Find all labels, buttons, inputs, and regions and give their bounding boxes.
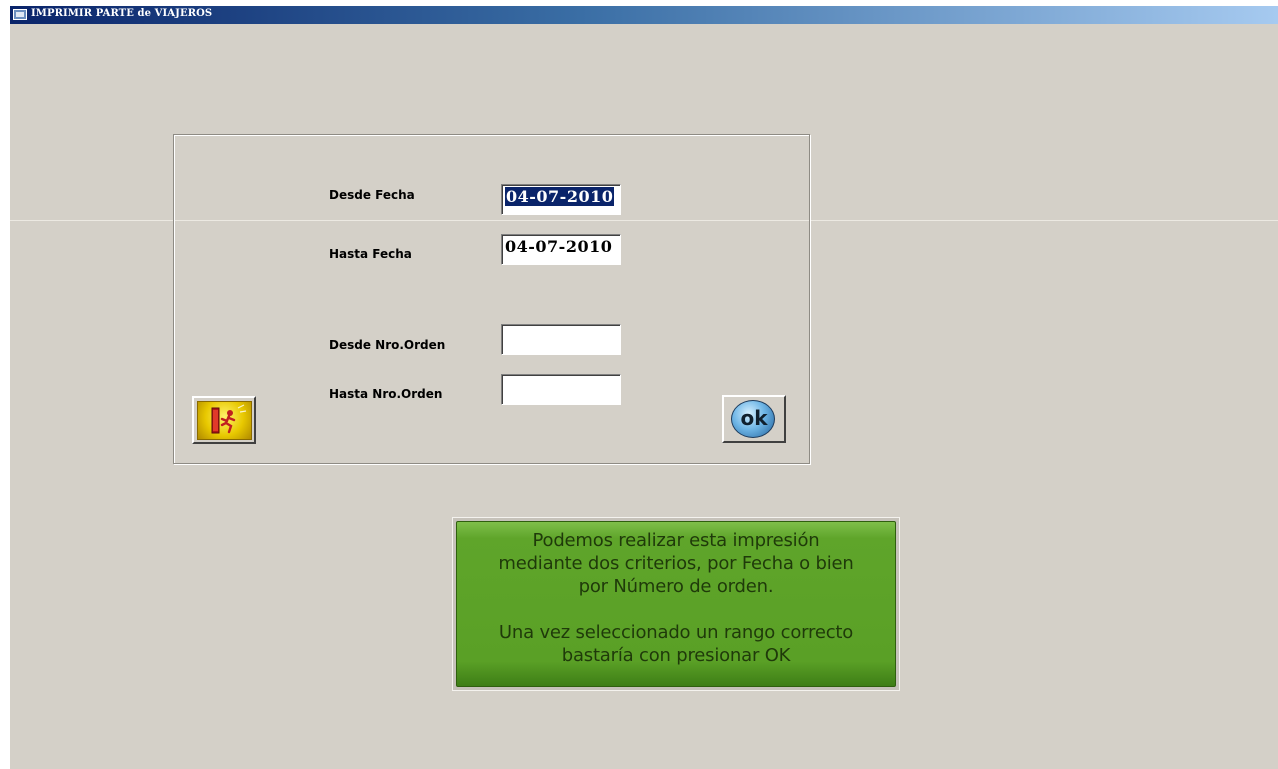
exit-button[interactable] [192, 396, 256, 444]
help-line: mediante dos criterios, por Fecha o bien [498, 553, 854, 574]
help-line: bastaría con presionar OK [561, 645, 791, 666]
ok-label: ok [740, 406, 768, 430]
help-line: por Número de orden. [578, 576, 774, 597]
title-bar[interactable]: IMPRIMIR PARTE de VIAJEROS [10, 6, 1278, 24]
help-line: Una vez seleccionado un rango correcto [498, 622, 854, 643]
window-title: IMPRIMIR PARTE de VIAJEROS [31, 8, 213, 19]
filter-panel: Desde Fecha 04-07-2010 Hasta Fecha 04-07… [173, 134, 810, 464]
hasta-fecha-input[interactable]: 04-07-2010 [501, 234, 621, 265]
hasta-fecha-label: Hasta Fecha [329, 247, 412, 261]
hasta-nro-orden-label: Hasta Nro.Orden [329, 387, 443, 401]
desde-fecha-input[interactable]: 04-07-2010 [501, 184, 621, 215]
window-app-icon[interactable] [13, 9, 27, 20]
exit-icon-graphic [211, 404, 247, 434]
app-window: IMPRIMIR PARTE de VIAJEROS Desde Fecha 0… [10, 6, 1278, 769]
ok-icon: ok [731, 400, 775, 438]
desde-nro-orden-label: Desde Nro.Orden [329, 338, 446, 352]
help-message: Podemos realizar esta impresión mediante… [456, 521, 896, 687]
help-message-frame: Podemos realizar esta impresión mediante… [452, 517, 900, 691]
ok-button[interactable]: ok [722, 395, 786, 443]
hasta-nro-orden-input[interactable] [501, 374, 621, 405]
desde-fecha-value: 04-07-2010 [505, 187, 615, 206]
hasta-fecha-value: 04-07-2010 [505, 237, 613, 256]
exit-door-running-man-icon [197, 401, 252, 440]
desde-fecha-label: Desde Fecha [329, 188, 415, 202]
desde-nro-orden-input[interactable] [501, 324, 621, 355]
help-line: Podemos realizar esta impresión [532, 530, 820, 551]
